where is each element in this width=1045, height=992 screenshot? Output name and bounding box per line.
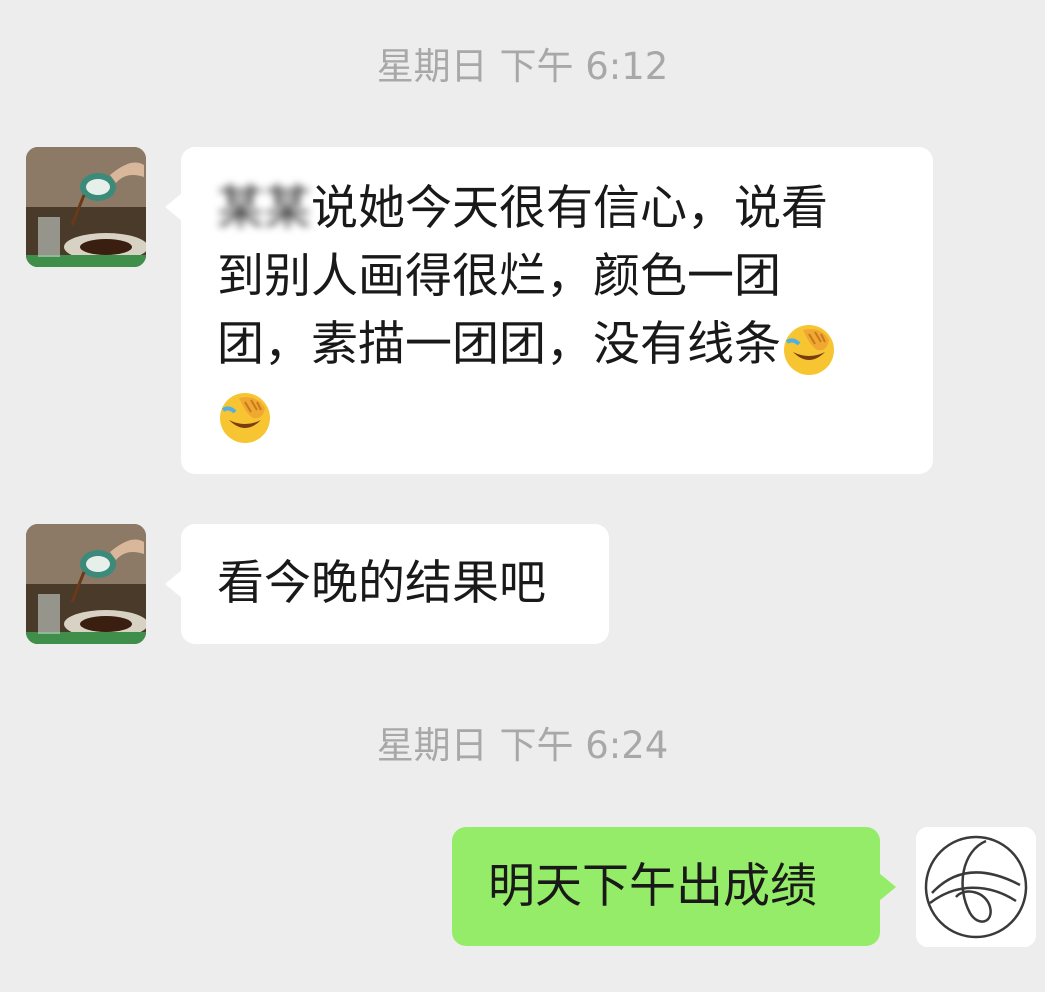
message-line-with-emoji: 团，素描一团团，没有线条 bbox=[217, 311, 897, 382]
timestamp: 星期日 下午 6:12 bbox=[376, 45, 669, 88]
message-bubble-incoming[interactable]: 看今晚的结果吧 bbox=[165, 524, 609, 644]
redacted-name: 某某 bbox=[217, 181, 311, 236]
bubble-tail bbox=[165, 193, 182, 221]
message-bubble-incoming[interactable]: 某某说她今天很有信心，说看 到别人画得很烂，颜色一团 团，素描一团团，没有线条 bbox=[165, 147, 933, 474]
scribble-circle-logo-icon bbox=[916, 827, 1036, 947]
contact-avatar[interactable] bbox=[26, 524, 146, 644]
message-text: 某某说她今天很有信心，说看 bbox=[217, 175, 897, 243]
timestamp: 星期日 下午 6:24 bbox=[376, 724, 669, 767]
facepalm-laugh-emoji-icon bbox=[784, 325, 834, 375]
tea-pouring-photo-icon bbox=[26, 524, 146, 644]
bubble-tail bbox=[879, 873, 896, 901]
facepalm-laugh-emoji-icon bbox=[220, 393, 270, 443]
message-line: 到别人画得很烂，颜色一团 bbox=[217, 249, 781, 304]
message-line: 团，素描一团团，没有线条 bbox=[217, 317, 781, 372]
message-bubble-outgoing[interactable]: 明天下午出成绩 bbox=[452, 827, 896, 946]
my-avatar[interactable] bbox=[916, 827, 1036, 947]
message-line: 说她今天很有信心，说看 bbox=[311, 181, 828, 236]
bubble-tail bbox=[165, 570, 182, 598]
message-text: 明天下午出成绩 bbox=[488, 859, 817, 914]
message-line-emoji bbox=[217, 382, 897, 450]
contact-avatar[interactable] bbox=[26, 147, 146, 267]
message-text: 看今晚的结果吧 bbox=[217, 556, 546, 611]
tea-pouring-photo-icon bbox=[26, 147, 146, 267]
